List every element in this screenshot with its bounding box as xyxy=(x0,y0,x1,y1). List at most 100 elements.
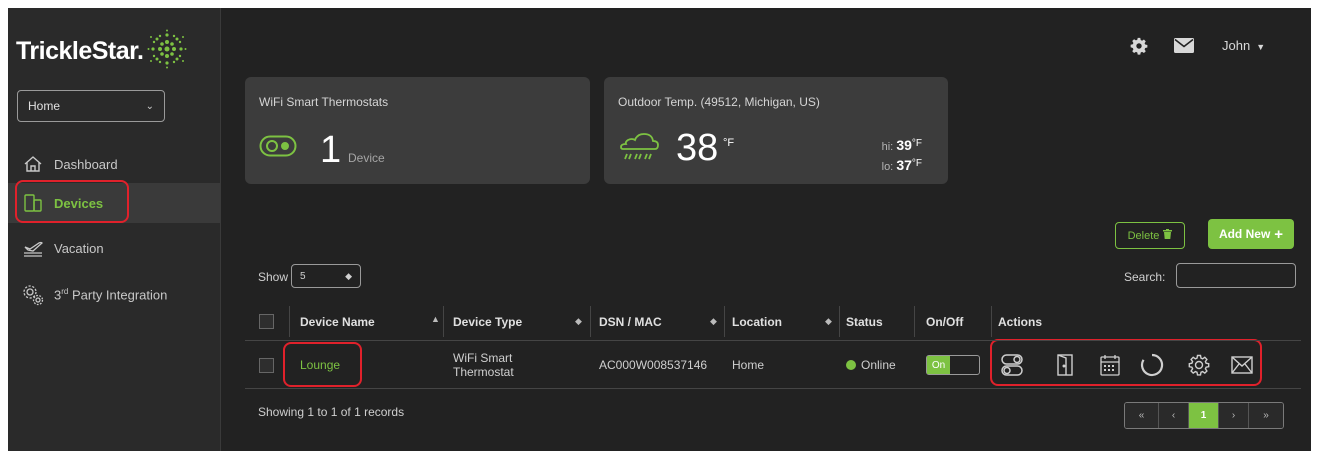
delete-button[interactable]: Delete xyxy=(1115,222,1185,249)
trash-icon xyxy=(1163,229,1173,242)
online-dot-icon xyxy=(846,360,856,370)
plus-icon: + xyxy=(1274,225,1284,243)
sidebar-item-label: Vacation xyxy=(54,240,104,256)
device-type-line: WiFi Smart xyxy=(453,351,513,365)
column-divider xyxy=(839,306,840,337)
table-header-row: Device Name ▲ Device Type ◆ DSN / MAC ◆ … xyxy=(245,302,1301,341)
toggle-settings-icon[interactable] xyxy=(1000,353,1024,377)
user-menu[interactable]: John ▼ xyxy=(1222,38,1265,53)
brand-name: TrickleStar. xyxy=(16,36,144,65)
label-part: Party Integration xyxy=(68,287,168,303)
column-divider xyxy=(590,306,591,337)
device-unit: Device xyxy=(348,151,385,165)
sidebar-item-vacation[interactable]: Vacation xyxy=(8,228,221,268)
current-temp: 38 xyxy=(676,127,719,169)
chevron-down-icon: ⌄ xyxy=(145,100,154,112)
door-icon[interactable] xyxy=(1053,353,1077,377)
toggle-switch[interactable]: On xyxy=(926,355,980,375)
search-input[interactable] xyxy=(1176,263,1296,288)
page-size-select[interactable]: 5 ◆ xyxy=(291,264,361,288)
lo-unit: °F xyxy=(911,158,922,169)
column-divider xyxy=(289,306,290,337)
header-status: Status xyxy=(846,314,883,329)
highlight-devices xyxy=(15,180,129,223)
show-label: Show xyxy=(258,270,289,284)
sidebar-item-dashboard[interactable]: Dashboard xyxy=(8,144,221,184)
row-checkbox[interactable] xyxy=(259,341,274,389)
on-off-toggle[interactable]: On xyxy=(926,341,980,389)
user-name: John xyxy=(1222,38,1251,53)
select-all-checkbox[interactable] xyxy=(259,302,274,341)
sort-asc-icon[interactable]: ▲ xyxy=(431,314,440,324)
calendar-icon[interactable] xyxy=(1098,353,1122,377)
home-select-value: Home xyxy=(28,99,61,113)
home-icon xyxy=(22,153,44,175)
table-row: Lounge WiFi Smart Thermostat AC000W00853… xyxy=(245,341,1301,389)
header-on-off: On/Off xyxy=(926,314,964,329)
settings-icon[interactable] xyxy=(1187,353,1211,377)
prev-page-button[interactable]: ‹ xyxy=(1159,403,1189,428)
current-page-button[interactable]: 1 xyxy=(1189,403,1219,428)
location-cell: Home xyxy=(732,358,765,372)
status-text: Online xyxy=(861,358,896,372)
temp-high: hi: 39°F xyxy=(882,137,922,153)
device-type-cell: WiFi Smart Thermostat xyxy=(453,341,514,389)
settings-gear-icon[interactable] xyxy=(1130,37,1148,60)
add-new-button[interactable]: Add New + xyxy=(1208,219,1294,249)
temp-low: lo: 37°F xyxy=(882,157,922,173)
outdoor-temp-card: Outdoor Temp. (49512, Michigan, US) 38 °… xyxy=(604,77,948,184)
device-count: 1 xyxy=(320,129,342,171)
plane-icon xyxy=(22,237,44,259)
sidebar: TrickleStar. Home ⌄ Dashboard Devices Va… xyxy=(8,8,221,451)
home-select[interactable]: Home ⌄ xyxy=(17,90,165,122)
sort-icon[interactable]: ◆ xyxy=(710,316,717,327)
last-page-button[interactable]: » xyxy=(1249,403,1283,428)
hi-label: hi: xyxy=(881,141,894,153)
header-dsn-mac[interactable]: DSN / MAC xyxy=(599,302,662,341)
first-page-button[interactable]: « xyxy=(1125,403,1159,428)
sort-icon[interactable]: ◆ xyxy=(575,316,582,327)
card-title: WiFi Smart Thermostats xyxy=(259,95,389,109)
device-name-link[interactable]: Lounge xyxy=(300,341,340,389)
records-info: Showing 1 to 1 of 1 records xyxy=(258,405,405,419)
page-size-value: 5 xyxy=(300,270,306,282)
hi-unit: °F xyxy=(911,138,922,149)
toggle-on-label: On xyxy=(927,356,950,374)
column-divider xyxy=(914,306,915,337)
delete-label: Delete xyxy=(1127,229,1160,242)
mail-icon[interactable] xyxy=(1174,38,1194,58)
card-title: Outdoor Temp. (49512, Michigan, US) xyxy=(618,95,820,109)
schedule-ring-icon[interactable] xyxy=(1140,353,1164,377)
pagination: « ‹ 1 › » xyxy=(1124,402,1284,429)
search-label: Search: xyxy=(1124,270,1166,284)
status-cell: Online xyxy=(846,341,896,389)
rain-cloud-icon xyxy=(618,131,660,168)
next-page-button[interactable]: › xyxy=(1219,403,1249,428)
header-device-type[interactable]: Device Type xyxy=(453,302,522,341)
brand-logo[interactable]: TrickleStar. xyxy=(16,29,187,74)
temp-unit: °F xyxy=(723,137,735,149)
sort-icon[interactable]: ◆ xyxy=(825,316,832,327)
add-new-label: Add New xyxy=(1218,227,1271,241)
logo-burst-icon xyxy=(147,29,187,74)
header-device-name[interactable]: Device Name xyxy=(300,302,375,341)
header-location[interactable]: Location xyxy=(732,302,782,341)
lo-value: 37 xyxy=(896,157,912,173)
device-type-line: Thermostat xyxy=(453,365,514,379)
gears-icon xyxy=(22,284,44,306)
dsn-cell: AC000W008537146 xyxy=(599,358,708,372)
caret-down-icon: ▼ xyxy=(1256,42,1266,52)
toggle-device-icon xyxy=(259,135,297,162)
sidebar-item-3rd-party[interactable]: 3rd Party Integration xyxy=(8,275,221,315)
thermostats-card: WiFi Smart Thermostats 1 Device xyxy=(245,77,590,184)
sidebar-item-label: 3rd Party Integration xyxy=(54,287,167,302)
column-divider xyxy=(991,306,992,337)
column-divider xyxy=(724,306,725,337)
sort-arrows-icon: ◆ xyxy=(345,270,352,281)
hi-value: 39 xyxy=(896,137,912,153)
header-actions: Actions xyxy=(998,314,1043,329)
column-divider xyxy=(443,306,444,337)
mail-outline-icon[interactable] xyxy=(1230,353,1254,377)
lo-label: lo: xyxy=(881,161,894,173)
sidebar-item-label: Dashboard xyxy=(54,156,118,172)
